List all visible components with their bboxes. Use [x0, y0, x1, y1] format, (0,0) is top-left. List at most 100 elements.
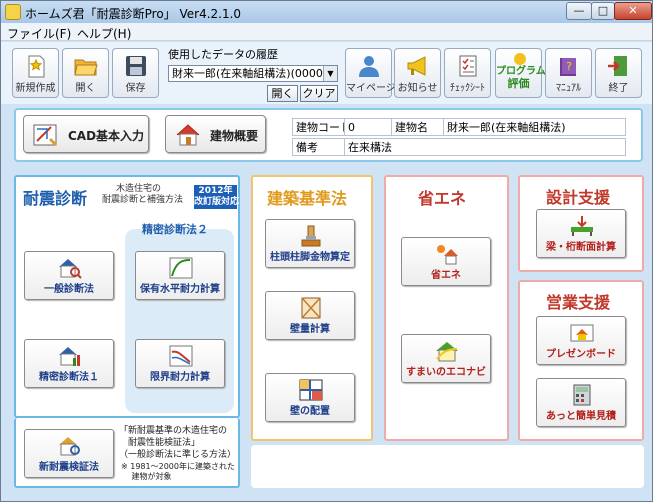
horizontal-strength-label: 保有水平耐力計算 — [140, 284, 220, 295]
chevron-down-icon[interactable]: ▼ — [323, 66, 337, 81]
limit-strength-label: 限界耐力計算 — [150, 372, 210, 383]
title-bar: ホームズ君「耐震診断Pro」 Ver4.2.1.0 — □ ✕ — [1, 1, 652, 23]
cad-input-label: CAD基本入力 — [68, 129, 145, 143]
eco-navi-label: すまいのエコナビ — [406, 367, 486, 378]
column-hardware-button[interactable]: 柱頭柱脚金物算定 — [265, 219, 355, 268]
quick-estimate-button[interactable]: あっと簡単見積 — [536, 378, 626, 427]
revision-badge: 2012年 改訂版対応 — [194, 185, 239, 209]
general-diagnosis-button[interactable]: 一般診断法 — [24, 251, 114, 300]
house-search-icon — [59, 437, 80, 456]
manual-label: ﾏﾆｭｱﾙ — [556, 83, 581, 94]
seismic-diagnosis-subtitle: 木造住宅の 耐震診断と補強方法 — [102, 184, 183, 206]
notice-label: お知らせ — [397, 83, 438, 94]
save-label: 保存 — [125, 83, 146, 94]
spectrum-graph-icon — [169, 345, 193, 367]
new-seismic-desc-line3: （一般診断法に準じる方法） — [119, 450, 237, 460]
quick-estimate-label: あっと簡単見積 — [546, 411, 616, 422]
wall-quantity-label: 壁量計算 — [290, 324, 330, 335]
history-select[interactable]: 財来一郎(在来軸組構法)(000000) ▼ — [168, 65, 338, 82]
user-icon — [358, 56, 379, 77]
wall-layout-label: 壁の配置 — [290, 406, 330, 417]
app-window: ホームズ君「耐震診断Pro」 Ver4.2.1.0 — □ ✕ ファイル(F) … — [0, 0, 653, 502]
empty-panel — [251, 445, 644, 488]
building-code-field[interactable]: 0 — [344, 118, 392, 136]
building-overview-label: 建物概要 — [210, 129, 259, 143]
new-seismic-note: ※ 1981～2000年に建築された 建物が対象 — [121, 462, 235, 482]
new-file-icon — [28, 55, 44, 78]
revision-badge-year: 2012年 — [198, 186, 233, 196]
cad-input-button[interactable]: CAD基本入力 — [23, 115, 149, 153]
presentation-house-icon — [570, 324, 594, 342]
open-button[interactable]: 開く — [62, 48, 109, 98]
energy-saving-title: 省エネ — [418, 189, 467, 208]
exit-label: 終了 — [608, 83, 629, 94]
history-open-button[interactable]: 開く — [267, 85, 298, 102]
wall-brace-icon — [301, 297, 321, 319]
sales-support-title: 営業支援 — [546, 293, 611, 312]
notice-button[interactable]: お知らせ — [394, 48, 441, 98]
horizontal-strength-button[interactable]: 保有水平耐力計算 — [135, 251, 225, 300]
energy-saving-button[interactable]: 省エネ — [401, 237, 491, 286]
building-name-label: 建物名 — [391, 118, 444, 136]
seismic-sub-line1: 木造住宅の — [116, 184, 162, 194]
new-seismic-note-line1: ※ 1981～2000年に建築された — [121, 462, 235, 471]
general-diagnosis-label: 一般診断法 — [44, 284, 94, 295]
energy-saving-button-label: 省エネ — [431, 270, 461, 281]
precise-diagnosis-1-button[interactable]: 精密診断法１ — [24, 339, 114, 388]
curve-graph-icon — [169, 257, 193, 279]
beam-load-icon — [571, 216, 593, 236]
note-label: 備考 — [292, 138, 345, 156]
beam-section-button[interactable]: 梁・桁断面計算 — [536, 209, 626, 258]
design-support-title: 設計支援 — [546, 188, 611, 207]
new-seismic-verification-label: 新耐震検証法 — [39, 462, 99, 473]
program-eval-button[interactable]: プログラム 評価 — [495, 48, 546, 98]
limit-strength-button[interactable]: 限界耐力計算 — [135, 339, 225, 388]
eco-navi-button[interactable]: すまいのエコナビ — [401, 334, 491, 383]
building-overview-button[interactable]: 建物概要 — [165, 115, 266, 153]
manual-book-icon: ? — [559, 58, 576, 76]
app-icon — [5, 4, 21, 20]
column-hardware-label: 柱頭柱脚金物算定 — [270, 252, 350, 263]
history-clear-button[interactable]: クリア — [300, 85, 338, 102]
building-standards-title: 建築基準法 — [267, 189, 348, 208]
save-button[interactable]: 保存 — [112, 48, 159, 98]
minimize-button[interactable]: — — [566, 2, 592, 20]
mypage-button[interactable]: マイページ — [345, 48, 396, 98]
beam-section-label: 梁・桁断面計算 — [546, 242, 616, 253]
precise-diagnosis-1-label: 精密診断法１ — [39, 372, 99, 383]
wall-layout-button[interactable]: 壁の配置 — [265, 373, 355, 422]
maximize-button[interactable]: □ — [591, 2, 615, 20]
close-button[interactable]: ✕ — [614, 2, 652, 20]
wall-quantity-button[interactable]: 壁量計算 — [265, 291, 355, 340]
manual-button[interactable]: ? ﾏﾆｭｱﾙ — [545, 48, 592, 98]
checklist-icon — [459, 55, 476, 77]
house-magnifier-icon — [59, 259, 82, 279]
new-seismic-note-line2: 建物が対象 — [121, 472, 172, 481]
seismic-sub-line2: 耐震診断と補強方法 — [102, 195, 184, 205]
presentation-board-button[interactable]: プレゼンボード — [536, 316, 626, 365]
new-file-button[interactable]: 新規作成 — [12, 48, 59, 98]
svg-text:?: ? — [566, 60, 572, 73]
folder-open-icon — [73, 59, 98, 76]
menu-file[interactable]: ファイル(F) — [7, 25, 71, 42]
seismic-diagnosis-title: 耐震診断 — [23, 189, 88, 208]
eco-house-icon — [436, 342, 458, 362]
checksheet-button[interactable]: ﾁｪｯｸｼｰﾄ — [444, 48, 491, 98]
note-field[interactable]: 在来構法 — [344, 138, 626, 156]
new-seismic-verification-button[interactable]: 新耐震検証法 — [24, 429, 114, 478]
house-chart-icon — [59, 347, 80, 366]
building-name-field[interactable]: 財来一郎(在来軸組構法) — [443, 118, 626, 136]
cad-drafting-icon — [33, 124, 58, 147]
mypage-label: マイページ — [346, 83, 396, 94]
exit-door-icon — [607, 56, 627, 76]
history-label: 使用したデータの履歴 — [168, 48, 278, 61]
building-code-label: 建物コード — [292, 118, 351, 136]
sun-house-icon — [437, 245, 458, 265]
precise-diagnosis-2-label: 精密診断法２ — [142, 223, 208, 236]
exit-button[interactable]: 終了 — [595, 48, 642, 98]
house-icon — [176, 124, 200, 146]
floppy-disk-icon — [125, 56, 146, 76]
open-label: 開く — [75, 83, 96, 94]
menu-help[interactable]: ヘルプ(H) — [77, 25, 131, 42]
new-seismic-desc-line2: 耐震性能検証法」 — [119, 438, 201, 448]
